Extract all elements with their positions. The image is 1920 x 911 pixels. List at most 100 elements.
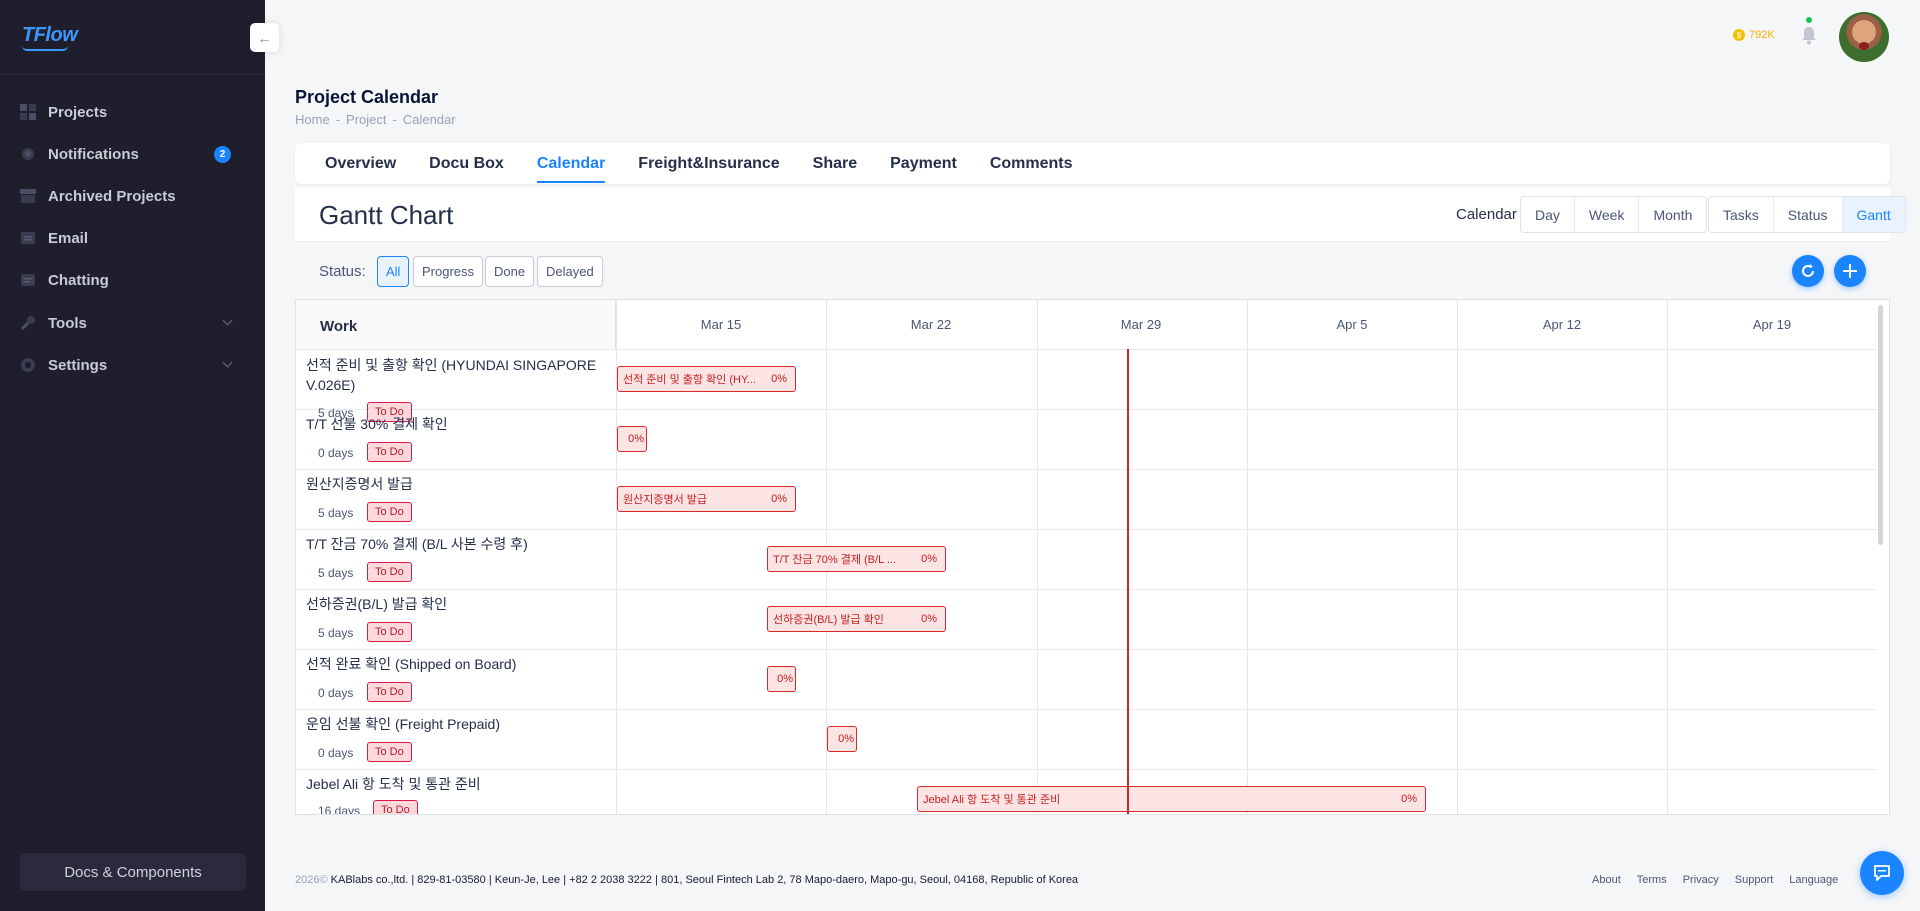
task-bar-label: T/T 잔금 70% 결제 (B/L ... (773, 554, 897, 566)
grid-line (1667, 300, 1668, 814)
footer-link-privacy[interactable]: Privacy (1683, 874, 1719, 886)
task-duration: 5 days (318, 626, 354, 640)
coin-icon: $ (1733, 29, 1745, 41)
row-divider (296, 469, 1876, 470)
email-icon (20, 230, 48, 246)
tflow-logo[interactable]: TFlow (22, 24, 78, 51)
status-filter-bar: Status: All Progress Done Delayed (295, 242, 1890, 299)
sidebar-item-settings[interactable]: Settings (20, 348, 245, 382)
filter-progress-button[interactable]: Progress (413, 256, 484, 287)
tab-comments[interactable]: Comments (990, 143, 1073, 184)
day-button[interactable]: Day (1521, 197, 1575, 232)
tab-overview[interactable]: Overview (325, 143, 396, 184)
add-task-button[interactable] (1834, 255, 1866, 287)
gantt-card-header: Gantt Chart Calendar Day Week Month Task… (295, 187, 1906, 242)
sidebar-item-label: Projects (48, 103, 108, 121)
task-bar[interactable]: 선하증권(B/L) 발급 확인 0% (767, 606, 946, 632)
task-name[interactable]: 선적 준비 및 출항 확인 (HYUNDAI SINGAPORE V.026E) (306, 355, 606, 395)
sidebar-item-projects[interactable]: Projects (20, 95, 245, 129)
footer-links: About Terms Privacy Support Language (1592, 874, 1838, 886)
task-bar[interactable]: 0% (827, 726, 857, 752)
task-bar-label: 원산지증명서 발급 (623, 494, 708, 506)
row-divider (296, 709, 1876, 710)
sidebar-item-email[interactable]: Email (20, 221, 245, 255)
tab-share[interactable]: Share (813, 143, 857, 184)
breadcrumb: Home - Project - Calendar (295, 112, 456, 127)
bell-icon[interactable] (1800, 25, 1818, 45)
tab-docu-box[interactable]: Docu Box (429, 143, 504, 184)
week-button[interactable]: Week (1575, 197, 1640, 232)
sidebar-item-label: Archived Projects (48, 187, 176, 205)
user-avatar[interactable] (1839, 12, 1889, 62)
gantt-scrollbar[interactable] (1878, 305, 1883, 545)
view-button-group: Tasks Status Gantt (1708, 196, 1906, 233)
status-badge[interactable]: To Do (367, 682, 412, 702)
task-bar-label: 선하증권(B/L) 발급 확인 (773, 614, 884, 626)
refresh-button[interactable] (1792, 255, 1824, 287)
month-button[interactable]: Month (1639, 197, 1706, 232)
footer-link-terms[interactable]: Terms (1637, 874, 1667, 886)
task-duration: 0 days (318, 746, 354, 760)
task-bar[interactable]: 0% (767, 666, 796, 692)
task-bar-percent: 0% (777, 673, 793, 685)
task-bar-percent: 0% (1401, 793, 1417, 805)
credit-amount: 792K (1749, 29, 1775, 41)
task-name[interactable]: T/T 잔금 70% 결제 (B/L 사본 수령 후) (306, 534, 606, 554)
task-name[interactable]: 선적 완료 확인 (Shipped on Board) (306, 654, 606, 674)
sidebar: TFlow Projects Notifications 2 Archived … (0, 0, 265, 911)
breadcrumb-home[interactable]: Home (295, 112, 330, 127)
status-badge[interactable]: To Do (367, 562, 412, 582)
task-bar[interactable]: T/T 잔금 70% 결제 (B/L ... 0% (767, 546, 946, 572)
tab-calendar[interactable]: Calendar (536, 143, 606, 184)
sidebar-item-chatting[interactable]: Chatting (20, 263, 245, 297)
task-bar[interactable]: 원산지증명서 발급 0% (617, 486, 796, 512)
tab-freight-insurance[interactable]: Freight&Insurance (638, 143, 779, 184)
chat-icon (20, 272, 48, 288)
chevron-down-icon (222, 315, 233, 326)
status-view-button[interactable]: Status (1774, 197, 1843, 232)
task-bar-percent: 0% (771, 373, 787, 385)
sidebar-item-label: Tools (48, 314, 87, 332)
sidebar-item-tools[interactable]: Tools (20, 306, 245, 340)
footer-link-about[interactable]: About (1592, 874, 1621, 886)
arrow-left-icon: ← (257, 29, 272, 46)
filter-delayed-button[interactable]: Delayed (537, 256, 603, 287)
task-name[interactable]: 운임 선불 확인 (Freight Prepaid) (306, 714, 606, 734)
task-name[interactable]: Jebel Ali 항 도착 및 통관 준비 (306, 774, 606, 794)
task-bar[interactable]: Jebel Ali 항 도착 및 통관 준비 0% (917, 786, 1426, 812)
row-divider (296, 409, 1876, 410)
task-name[interactable]: 선하증권(B/L) 발급 확인 (306, 594, 606, 614)
filter-all-button[interactable]: All (377, 256, 410, 287)
sidebar-item-archived-projects[interactable]: Archived Projects (20, 179, 245, 213)
chat-support-button[interactable] (1860, 851, 1904, 895)
footer-link-support[interactable]: Support (1735, 874, 1774, 886)
status-badge[interactable]: To Do (367, 502, 412, 522)
status-filter-label: Status: (319, 263, 366, 280)
tab-payment[interactable]: Payment (890, 143, 957, 184)
date-header-apr-19: Apr 19 (1752, 317, 1792, 332)
credit-balance[interactable]: $ 792K (1733, 29, 1775, 41)
sidebar-item-label: Settings (48, 356, 108, 374)
task-bar[interactable]: 선적 준비 및 출항 확인 (HY... 0% (617, 366, 796, 392)
task-name[interactable]: T/T 선불 30% 결제 확인 (306, 414, 606, 434)
task-name[interactable]: 원산지증명서 발급 (306, 474, 606, 494)
status-badge[interactable]: To Do (373, 800, 418, 814)
settings-icon (20, 357, 48, 373)
status-badge[interactable]: To Do (367, 742, 412, 762)
footer-link-language[interactable]: Language (1789, 874, 1838, 886)
status-badge[interactable]: To Do (367, 442, 412, 462)
row-divider (296, 589, 1876, 590)
docs-components-button[interactable]: Docs & Components (20, 853, 246, 891)
archive-icon (20, 188, 48, 204)
task-bar[interactable]: 0% (617, 426, 647, 452)
status-badge[interactable]: To Do (367, 622, 412, 642)
sidebar-item-notifications[interactable]: Notifications 2 (20, 137, 245, 171)
gantt-view-button[interactable]: Gantt (1842, 197, 1905, 232)
task-bar-percent: 0% (628, 433, 644, 445)
breadcrumb-project[interactable]: Project (346, 112, 386, 127)
row-divider (296, 769, 1876, 770)
sidebar-collapse-button[interactable]: ← (250, 23, 279, 52)
filter-done-button[interactable]: Done (485, 256, 535, 287)
tasks-view-button[interactable]: Tasks (1709, 197, 1774, 232)
grid-line (1457, 300, 1458, 814)
